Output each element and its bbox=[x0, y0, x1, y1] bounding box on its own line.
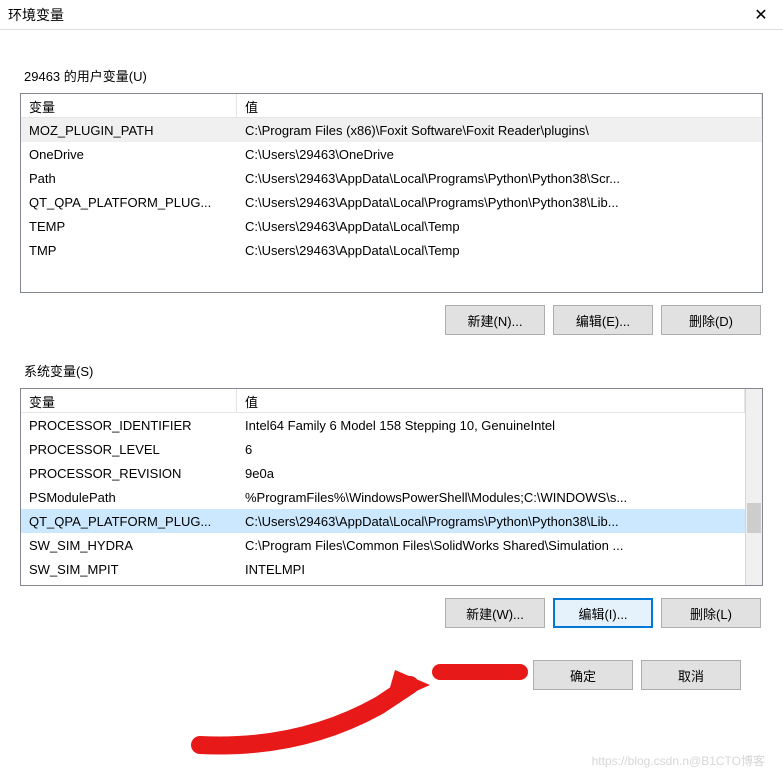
cell-variable: QT_QPA_PLATFORM_PLUG... bbox=[21, 193, 237, 212]
system-vars-rows: PROCESSOR_IDENTIFIERIntel64 Family 6 Mod… bbox=[21, 413, 745, 581]
cell-value: C:\Users\29463\AppData\Local\Programs\Py… bbox=[237, 169, 762, 188]
cell-value: C:\Program Files\Common Files\SolidWorks… bbox=[237, 536, 745, 555]
cell-variable: TEMP bbox=[21, 217, 237, 236]
system-vars-table: 变量 值 PROCESSOR_IDENTIFIERIntel64 Family … bbox=[20, 388, 763, 586]
table-row[interactable]: TEMPC:\Users\29463\AppData\Local\Temp bbox=[21, 214, 762, 238]
cell-value: C:\Users\29463\AppData\Local\Programs\Py… bbox=[237, 512, 745, 531]
titlebar: 环境变量 ✕ bbox=[0, 0, 783, 30]
cell-value: 6 bbox=[237, 440, 745, 459]
user-vars-rows: MOZ_PLUGIN_PATHC:\Program Files (x86)\Fo… bbox=[21, 118, 762, 262]
cell-variable: PSModulePath bbox=[21, 488, 237, 507]
user-new-button[interactable]: 新建(N)... bbox=[445, 305, 545, 335]
cell-variable: OneDrive bbox=[21, 145, 237, 164]
column-variable[interactable]: 变量 bbox=[21, 94, 237, 117]
user-vars-buttons: 新建(N)... 编辑(E)... 删除(D) bbox=[20, 305, 763, 335]
cell-value: 9e0a bbox=[237, 464, 745, 483]
cell-variable: SW_SIM_HYDRA bbox=[21, 536, 237, 555]
cancel-button[interactable]: 取消 bbox=[641, 660, 741, 690]
cell-variable: SW_SIM_MPIT bbox=[21, 560, 237, 579]
user-delete-button[interactable]: 删除(D) bbox=[661, 305, 761, 335]
system-delete-button[interactable]: 删除(L) bbox=[661, 598, 761, 628]
system-new-button[interactable]: 新建(W)... bbox=[445, 598, 545, 628]
table-row[interactable]: PSModulePath%ProgramFiles%\WindowsPowerS… bbox=[21, 485, 745, 509]
column-value[interactable]: 值 bbox=[237, 389, 745, 412]
table-row[interactable]: SW_SIM_MPITINTELMPI bbox=[21, 557, 745, 581]
system-vars-buttons: 新建(W)... 编辑(I)... 删除(L) bbox=[20, 598, 763, 628]
column-variable[interactable]: 变量 bbox=[21, 389, 237, 412]
user-vars-label: 29463 的用户变量(U) bbox=[24, 66, 763, 85]
table-row[interactable]: PROCESSOR_LEVEL6 bbox=[21, 437, 745, 461]
close-button[interactable]: ✕ bbox=[739, 0, 783, 30]
table-row[interactable]: PROCESSOR_IDENTIFIERIntel64 Family 6 Mod… bbox=[21, 413, 745, 437]
cell-value: C:\Users\29463\AppData\Local\Temp bbox=[237, 241, 762, 260]
user-vars-header: 变量 值 bbox=[21, 94, 762, 118]
dialog-content: 29463 的用户变量(U) 变量 值 MOZ_PLUGIN_PATHC:\Pr… bbox=[0, 30, 783, 704]
cell-value: C:\Program Files (x86)\Foxit Software\Fo… bbox=[237, 121, 762, 140]
table-row[interactable]: PathC:\Users\29463\AppData\Local\Program… bbox=[21, 166, 762, 190]
system-vars-label: 系统变量(S) bbox=[24, 361, 763, 380]
scrollbar-thumb[interactable] bbox=[747, 503, 761, 533]
watermark: https://blog.csdn.n@B1CTO博客 bbox=[592, 752, 765, 769]
table-row[interactable]: TMPC:\Users\29463\AppData\Local\Temp bbox=[21, 238, 762, 262]
column-value[interactable]: 值 bbox=[237, 94, 762, 117]
table-row[interactable]: QT_QPA_PLATFORM_PLUG...C:\Users\29463\Ap… bbox=[21, 509, 745, 533]
close-icon: ✕ bbox=[754, 5, 767, 25]
cell-variable: MOZ_PLUGIN_PATH bbox=[21, 121, 237, 140]
user-vars-table: 变量 值 MOZ_PLUGIN_PATHC:\Program Files (x8… bbox=[20, 93, 763, 293]
cell-value: C:\Users\29463\OneDrive bbox=[237, 145, 762, 164]
cell-variable: TMP bbox=[21, 241, 237, 260]
system-vars-header: 变量 值 bbox=[21, 389, 745, 413]
system-edit-button[interactable]: 编辑(I)... bbox=[553, 598, 653, 628]
table-row[interactable]: SW_SIM_HYDRAC:\Program Files\Common File… bbox=[21, 533, 745, 557]
ok-button[interactable]: 确定 bbox=[533, 660, 633, 690]
table-row[interactable]: OneDriveC:\Users\29463\OneDrive bbox=[21, 142, 762, 166]
cell-value: C:\Users\29463\AppData\Local\Programs\Py… bbox=[237, 193, 762, 212]
cell-variable: PROCESSOR_REVISION bbox=[21, 464, 237, 483]
cell-variable: PROCESSOR_IDENTIFIER bbox=[21, 416, 237, 435]
window-title: 环境变量 bbox=[8, 5, 64, 25]
user-edit-button[interactable]: 编辑(E)... bbox=[553, 305, 653, 335]
cell-variable: QT_QPA_PLATFORM_PLUG... bbox=[21, 512, 237, 531]
cell-variable: Path bbox=[21, 169, 237, 188]
cell-value: INTELMPI bbox=[237, 560, 745, 579]
dialog-buttons: 确定 取消 bbox=[20, 660, 763, 690]
cell-value: C:\Users\29463\AppData\Local\Temp bbox=[237, 217, 762, 236]
scrollbar[interactable] bbox=[745, 389, 762, 585]
cell-variable: PROCESSOR_LEVEL bbox=[21, 440, 237, 459]
table-row[interactable]: QT_QPA_PLATFORM_PLUG...C:\Users\29463\Ap… bbox=[21, 190, 762, 214]
table-row[interactable]: PROCESSOR_REVISION9e0a bbox=[21, 461, 745, 485]
cell-value: %ProgramFiles%\WindowsPowerShell\Modules… bbox=[237, 488, 745, 507]
cell-value: Intel64 Family 6 Model 158 Stepping 10, … bbox=[237, 416, 745, 435]
table-row[interactable]: MOZ_PLUGIN_PATHC:\Program Files (x86)\Fo… bbox=[21, 118, 762, 142]
